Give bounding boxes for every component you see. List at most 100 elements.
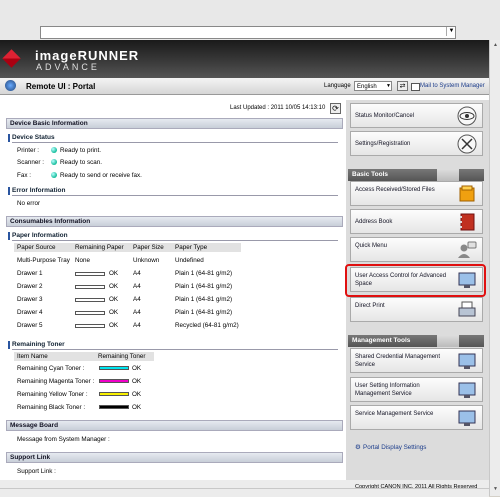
- message-board-text: Message from System Manager :: [17, 436, 110, 443]
- vertical-scrollbar[interactable]: ▲ ▼: [489, 40, 500, 496]
- paper-source: Drawer 3: [17, 296, 43, 303]
- quick-menu-button[interactable]: Quick Menu: [350, 237, 483, 262]
- scanner-label: Scanner :: [17, 159, 44, 166]
- toner-status: OK: [132, 404, 142, 411]
- printer-label: Printer :: [17, 147, 40, 154]
- user-setting-info-button[interactable]: User Setting Information Management Serv…: [350, 377, 483, 402]
- fax-status: Ready to send or receive fax.: [60, 172, 142, 179]
- paper-remaining: OK: [109, 270, 119, 277]
- paper-remaining: OK: [109, 296, 119, 303]
- status-monitor-button[interactable]: Status Monitor/Cancel: [350, 103, 483, 128]
- quick-menu-label: Quick Menu: [355, 243, 388, 249]
- shared-credential-button[interactable]: Shared Credential Management Service: [350, 348, 483, 373]
- scroll-up-icon[interactable]: ▲: [491, 41, 500, 50]
- globe-icon: [5, 80, 16, 91]
- paper-source: Drawer 5: [17, 322, 43, 329]
- last-updated-text: Last Updated : 2011 10/05 14:13:10: [230, 105, 326, 111]
- col-paper-type: Paper Type: [175, 244, 208, 251]
- paper-source: Multi-Purpose Tray: [17, 257, 70, 264]
- printer-status-icon: [51, 147, 57, 153]
- paper-type: Plain 1 (64-81 g/m2): [175, 283, 233, 290]
- paper-size: A4: [133, 322, 141, 329]
- monitor-icon: [458, 410, 476, 426]
- shared-credential-label: Shared Credential Management Service: [355, 354, 441, 368]
- paper-remaining: OK: [109, 322, 119, 329]
- paper-type: Plain 1 (64-81 g/m2): [175, 270, 233, 277]
- error-info-text: No error: [17, 200, 41, 207]
- monitor-icon: [458, 382, 476, 398]
- yellow-toner-swatch: [99, 392, 129, 396]
- mail-to-system-manager-link[interactable]: Mail to System Manager: [420, 83, 485, 89]
- paper-remaining: OK: [109, 309, 119, 316]
- paper-level-bar: [75, 324, 105, 328]
- toner-name: Remaining Cyan Toner :: [17, 365, 85, 372]
- status-monitor-label: Status Monitor/Cancel: [355, 113, 415, 119]
- error-info-heading: Error Information: [8, 187, 338, 196]
- group-tab-decoration: [437, 335, 459, 347]
- printer-status: Ready to print.: [60, 147, 101, 154]
- paper-type: Undefined: [175, 257, 204, 264]
- user-chat-icon: [458, 241, 477, 258]
- address-book-label: Address Book: [355, 219, 393, 225]
- section-message-board: Message Board: [6, 420, 343, 431]
- paper-level-bar: [75, 311, 105, 315]
- service-management-button[interactable]: Service Management Service: [350, 405, 483, 430]
- tools-icon: [457, 134, 477, 154]
- paper-type: Plain 1 (64-81 g/m2): [175, 309, 233, 316]
- fax-status-icon: [51, 172, 57, 178]
- paper-level-bar: [75, 298, 105, 302]
- toner-status: OK: [132, 378, 142, 385]
- access-stored-files-label: Access Received/Stored Files: [355, 187, 435, 193]
- col-item-name: Item Name: [17, 353, 48, 360]
- user-setting-info-label: User Setting Information Management Serv…: [355, 383, 420, 397]
- paper-remaining: None: [75, 257, 91, 264]
- remaining-toner-heading: Remaining Toner: [8, 341, 338, 350]
- toner-name: Remaining Black Toner :: [17, 404, 86, 411]
- black-toner-swatch: [99, 405, 129, 409]
- monitor-icon: [458, 353, 476, 369]
- toner-name: Remaining Yellow Toner :: [17, 391, 88, 398]
- brand-name: imageRUNNER: [35, 48, 140, 63]
- paper-size: A4: [133, 270, 141, 277]
- direct-print-label: Direct Print: [355, 303, 385, 309]
- toner-status: OK: [132, 391, 142, 398]
- paper-size: A4: [133, 309, 141, 316]
- scroll-down-icon[interactable]: ▼: [491, 485, 500, 494]
- address-book-button[interactable]: Address Book: [350, 209, 483, 234]
- settings-registration-label: Settings/Registration: [355, 141, 411, 147]
- address-book-icon: [460, 213, 475, 231]
- paper-size: A4: [133, 296, 141, 303]
- section-device-basic-info: Device Basic Information: [6, 118, 343, 129]
- page-title: Remote UI : Portal: [26, 82, 96, 91]
- scanner-status: Ready to scan.: [60, 159, 103, 166]
- gear-icon: ⚙: [355, 444, 361, 451]
- paper-level-bar: [75, 285, 105, 289]
- paper-size: A4: [133, 283, 141, 290]
- eye-icon: [457, 106, 477, 126]
- section-consumables-info: Consumables Information: [6, 216, 343, 227]
- direct-print-button[interactable]: Direct Print: [350, 297, 483, 322]
- toner-name: Remaining Magenta Toner :: [17, 378, 95, 385]
- paper-source: Drawer 2: [17, 283, 43, 290]
- highlight-box: [345, 264, 486, 297]
- language-apply-button[interactable]: ⇄: [397, 81, 408, 91]
- service-management-label: Service Management Service: [355, 411, 434, 417]
- paper-remaining: OK: [109, 283, 119, 290]
- paper-type: Recycled (64-81 g/m2): [175, 322, 239, 329]
- settings-registration-button[interactable]: Settings/Registration: [350, 131, 483, 156]
- basic-tools-heading: Basic Tools: [348, 169, 484, 181]
- group-tab-decoration: [437, 169, 459, 181]
- address-dropdown-icon[interactable]: ▼: [446, 27, 456, 36]
- management-tools-heading: Management Tools: [348, 335, 484, 347]
- col-remaining-paper: Remaining Paper: [75, 244, 124, 251]
- refresh-button[interactable]: ⟳: [330, 103, 341, 114]
- folder-box-icon: [459, 185, 475, 202]
- brand-subname: ADVANCE: [36, 62, 100, 72]
- language-label: Language: [324, 83, 351, 89]
- portal-display-settings-link[interactable]: Portal Display Settings: [363, 444, 426, 451]
- device-status-heading: Device Status: [8, 134, 338, 143]
- paper-size: Unknown: [133, 257, 160, 264]
- col-paper-source: Paper Source: [17, 244, 56, 251]
- access-stored-files-button[interactable]: Access Received/Stored Files: [350, 181, 483, 206]
- address-input[interactable]: [40, 26, 456, 39]
